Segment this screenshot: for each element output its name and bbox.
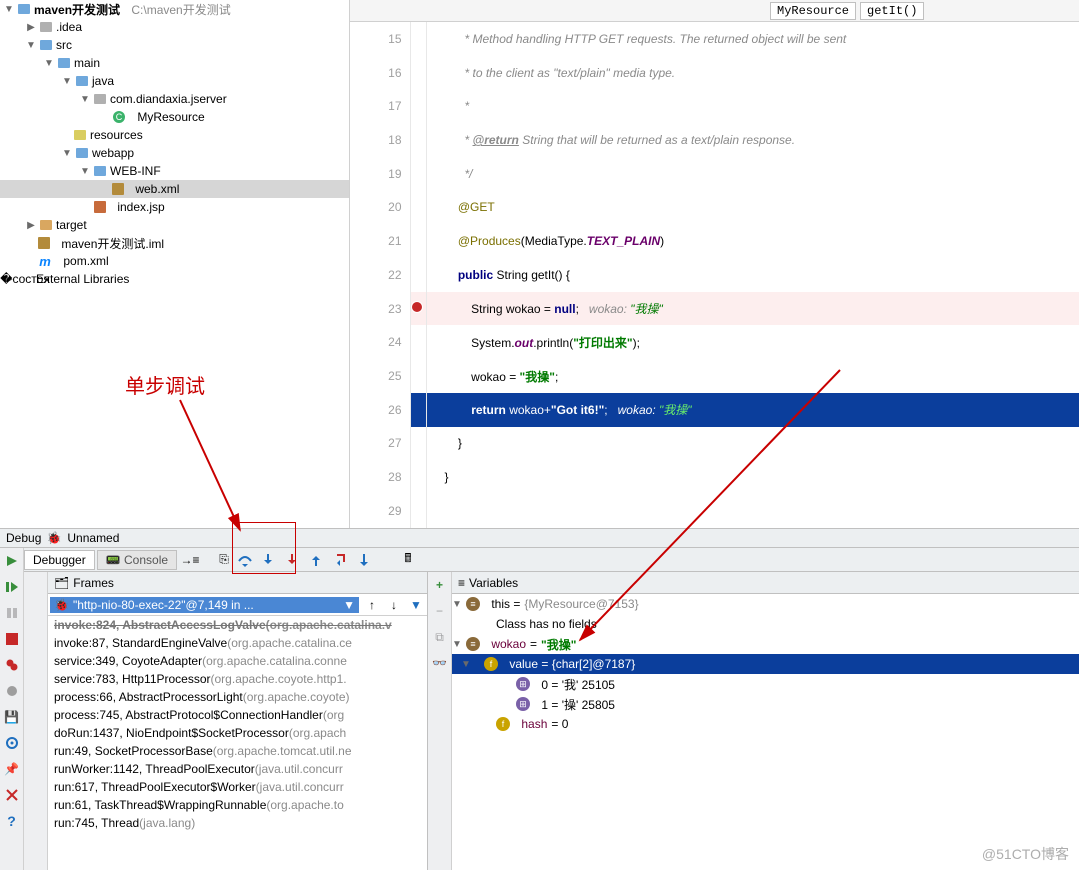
variables-title: Variables xyxy=(469,576,518,590)
tab-more-button[interactable]: →≡ xyxy=(179,553,201,567)
get-thread-dump-button[interactable]: 💾 xyxy=(3,708,21,726)
prev-frame-button[interactable]: ↑ xyxy=(363,596,381,614)
debug-side-toolbar: 💾 📌 ? xyxy=(0,548,24,870)
tree-item-class[interactable]: MyResource xyxy=(137,110,204,124)
view-breakpoints-button[interactable] xyxy=(3,656,21,674)
tree-item-main[interactable]: main xyxy=(74,56,100,70)
tree-item-idea[interactable]: .idea xyxy=(56,20,82,34)
variable-row[interactable]: f hash = 0 xyxy=(452,714,1079,734)
stack-frame[interactable]: service:783, Http11Processor (org.apache… xyxy=(48,670,427,688)
tree-item-target[interactable]: target xyxy=(56,218,87,232)
stack-frame[interactable]: invoke:87, StandardEngineValve (org.apac… xyxy=(48,634,427,652)
project-root[interactable]: maven开发测试 xyxy=(34,1,120,18)
stack-frame[interactable]: service:349, CoyoteAdapter (org.apache.c… xyxy=(48,652,427,670)
help-button[interactable]: ? xyxy=(3,812,21,830)
settings-button[interactable] xyxy=(3,734,21,752)
tree-item-indexjsp[interactable]: index.jsp xyxy=(117,200,164,214)
stack-frame[interactable]: invoke:824, AbstractAccessLogValve (org.… xyxy=(48,616,427,634)
add-watch-button[interactable]: + xyxy=(431,576,449,594)
breadcrumb-class[interactable]: MyResource xyxy=(770,2,856,20)
run-to-cursor-button[interactable] xyxy=(357,553,379,567)
tree-item-webinf[interactable]: WEB-INF xyxy=(110,164,161,178)
annotation-label: 单步调试 xyxy=(125,370,205,399)
thread-selector[interactable]: 🐞 "http-nio-80-exec-22"@7,149 in ... ▼ xyxy=(50,597,359,613)
tree-item-iml[interactable]: maven开发测试.iml xyxy=(61,235,164,252)
stop-button[interactable] xyxy=(3,630,21,648)
stack-frame[interactable]: run:61, TaskThread$WrappingRunnable (org… xyxy=(48,796,427,814)
frames-icon: 🗂 xyxy=(54,576,69,590)
frames-panel: 🗂 Frames 🐞 "http-nio-80-exec-22"@7,149 in… xyxy=(48,572,428,870)
tree-item-webapp[interactable]: webapp xyxy=(92,146,134,160)
tree-item-webxml[interactable]: web.xml xyxy=(135,182,179,196)
rerun-button[interactable] xyxy=(3,552,21,570)
variables-panel: ≡ Variables ≡ this = {MyResource@7153} Cl… xyxy=(452,572,1079,870)
evaluate-expression-button[interactable]: 🖩 xyxy=(397,549,419,570)
breadcrumb-method[interactable]: getIt() xyxy=(860,2,924,20)
force-step-into-button[interactable] xyxy=(285,553,307,567)
stack-frame[interactable]: doRun:1437, NioEndpoint$SocketProcessor … xyxy=(48,724,427,742)
filter-button[interactable]: ▼ xyxy=(407,596,425,614)
breakpoint-icon[interactable] xyxy=(411,301,423,313)
remove-watch-button[interactable]: − xyxy=(431,602,449,620)
show-execution-point-button[interactable]: ⎘ xyxy=(213,552,235,567)
step-out-button[interactable] xyxy=(309,553,331,567)
drop-frame-button[interactable] xyxy=(333,553,355,567)
debugger-tab-strip: Debugger 📟 Console →≡ ⎘ 🖩 xyxy=(24,548,1079,572)
variable-row[interactable]: ≡ this = {MyResource@7153} xyxy=(452,594,1079,614)
tree-item-package[interactable]: com.diandaxia.jserver xyxy=(110,92,227,106)
watermark: @51CTO博客 xyxy=(982,844,1069,864)
show-watches-button[interactable]: 👓 xyxy=(431,654,449,672)
tab-console[interactable]: 📟 Console xyxy=(97,550,177,570)
pin-button[interactable]: 📌 xyxy=(3,760,21,778)
editor[interactable]: MyResource getIt() 15 * Method handling … xyxy=(350,0,1079,528)
stack-frame[interactable]: process:66, AbstractProcessorLight (org.… xyxy=(48,688,427,706)
tree-item-resources[interactable]: resources xyxy=(90,128,143,142)
variable-row[interactable]: ⊞ 1 = '操' 25805 xyxy=(452,694,1079,714)
variable-row[interactable]: ⊞ 0 = '我' 25105 xyxy=(452,674,1079,694)
tree-item-java[interactable]: java xyxy=(92,74,114,88)
breadcrumb: MyResource getIt() xyxy=(350,0,1079,22)
stack-frame[interactable]: run:617, ThreadPoolExecutor$Worker (java… xyxy=(48,778,427,796)
frames-title: Frames xyxy=(73,576,114,590)
variables-icon: ≡ xyxy=(458,576,465,590)
variable-row[interactable]: f value = {char[2]@7187} xyxy=(452,654,1079,674)
resume-button[interactable] xyxy=(3,578,21,596)
project-tree[interactable]: maven开发测试 C:\maven开发测试 .idea src main ja… xyxy=(0,0,350,528)
variable-row[interactable]: ≡ wokao = "我操" xyxy=(452,634,1079,654)
stack-frame[interactable]: run:49, SocketProcessorBase (org.apache.… xyxy=(48,742,427,760)
stack-frame[interactable]: runWorker:1142, ThreadPoolExecutor (java… xyxy=(48,760,427,778)
step-over-button[interactable] xyxy=(237,553,259,567)
run-config-icon: 🐞 xyxy=(47,531,61,545)
pause-button[interactable] xyxy=(3,604,21,622)
close-button[interactable] xyxy=(3,786,21,804)
debug-header: Debug 🐞 Unnamed xyxy=(0,528,1079,548)
libraries-icon: �состоя xyxy=(18,272,32,286)
tab-debugger[interactable]: Debugger xyxy=(24,550,95,570)
tree-item-libraries[interactable]: External Libraries xyxy=(36,272,129,286)
tree-item-pom[interactable]: pom.xml xyxy=(63,254,108,268)
mute-breakpoints-button[interactable] xyxy=(3,682,21,700)
variable-row: Class has no fields xyxy=(452,614,1079,634)
stack-frame[interactable]: run:745, Thread (java.lang) xyxy=(48,814,427,832)
step-into-button[interactable] xyxy=(261,553,283,567)
tree-item-src[interactable]: src xyxy=(56,38,72,52)
duplicate-watch-button[interactable]: ⧉ xyxy=(431,628,449,646)
stack-frame[interactable]: process:745, AbstractProtocol$Connection… xyxy=(48,706,427,724)
next-frame-button[interactable]: ↓ xyxy=(385,596,403,614)
